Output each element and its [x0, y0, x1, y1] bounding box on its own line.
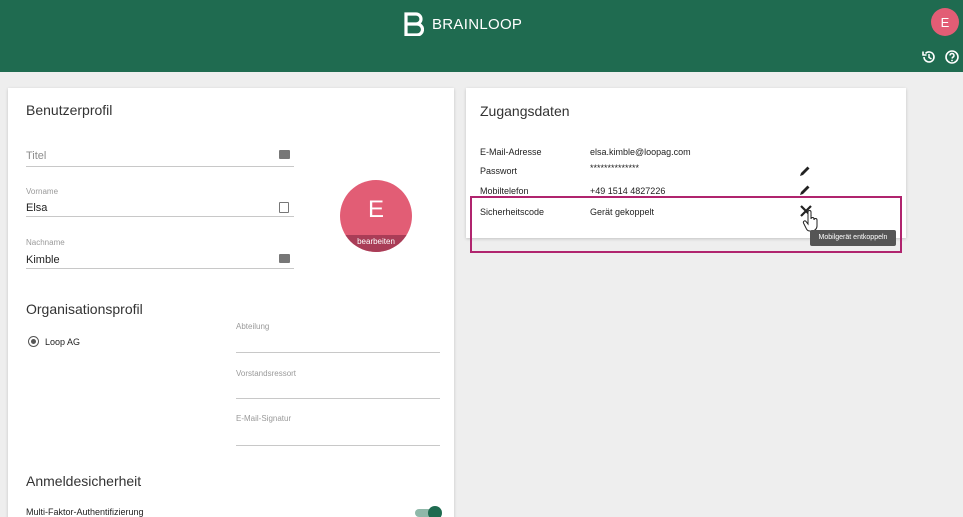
abteilung-field[interactable]: Abteilung [236, 322, 269, 331]
access-data-title: Zugangsdaten [480, 103, 570, 119]
organization-label: Loop AG [45, 337, 81, 347]
vorname-label: Vorname [26, 187, 59, 196]
mobile-label: Mobiltelefon [480, 186, 529, 196]
user-profile-title: Benutzerprofil [26, 102, 113, 118]
titel-field[interactable]: Titel [26, 150, 46, 162]
keyboard-icon[interactable] [279, 254, 290, 263]
vorname-field[interactable]: Elsa [26, 202, 47, 214]
avatar-edit-button[interactable]: bearbeiten [340, 235, 412, 252]
nachname-field[interactable]: Kimble [26, 254, 60, 266]
titel-underline [26, 166, 294, 167]
email-value: elsa.kimble@loopag.com [590, 147, 691, 157]
organization-radio[interactable] [28, 336, 39, 347]
password-label: Passwort [480, 166, 518, 176]
password-value: ************** [590, 163, 640, 173]
org-profile-title: Organisationsprofil [26, 301, 143, 317]
email-signatur-underline [236, 445, 440, 446]
unlink-tooltip: Mobilgerät entkoppeln [810, 230, 896, 246]
abteilung-underline [236, 352, 440, 353]
email-signatur-field[interactable]: E-Mail-Signatur [236, 414, 291, 423]
edit-mobile-pencil-icon[interactable] [799, 184, 811, 196]
history-icon[interactable] [921, 49, 937, 65]
vorstandsressort-field[interactable]: Vorstandsressort [236, 369, 296, 378]
nachname-underline [26, 268, 294, 269]
brand-logo[interactable]: BRAINLOOP [402, 12, 522, 36]
avatar-initial: E [367, 196, 384, 223]
vorstandsressort-underline [236, 398, 440, 399]
edit-password-pencil-icon[interactable] [799, 165, 811, 177]
toggle-knob [428, 506, 442, 517]
keyboard-icon[interactable] [279, 150, 290, 159]
login-security-title: Anmeldesicherheit [26, 473, 142, 489]
help-icon[interactable] [944, 49, 960, 65]
nachname-label: Nachname [26, 238, 65, 247]
brainloop-logo-icon [404, 12, 424, 36]
mobile-value: +49 1514 4827226 [590, 186, 666, 196]
mfa-label: Multi-Faktor-Authentifizierung [26, 507, 144, 517]
mfa-toggle[interactable] [415, 506, 442, 517]
profile-avatar[interactable]: E bearbeiten [340, 180, 412, 252]
vorname-underline [26, 216, 294, 217]
brand-name: BRAINLOOP [432, 15, 523, 33]
email-label: E-Mail-Adresse [480, 147, 542, 157]
profile-card: Benutzerprofil Titel Vorname Elsa Nachna… [8, 88, 454, 517]
contact-card-icon[interactable] [279, 202, 289, 213]
user-avatar[interactable]: E [931, 8, 959, 36]
app-header: BRAINLOOP E [0, 0, 963, 72]
